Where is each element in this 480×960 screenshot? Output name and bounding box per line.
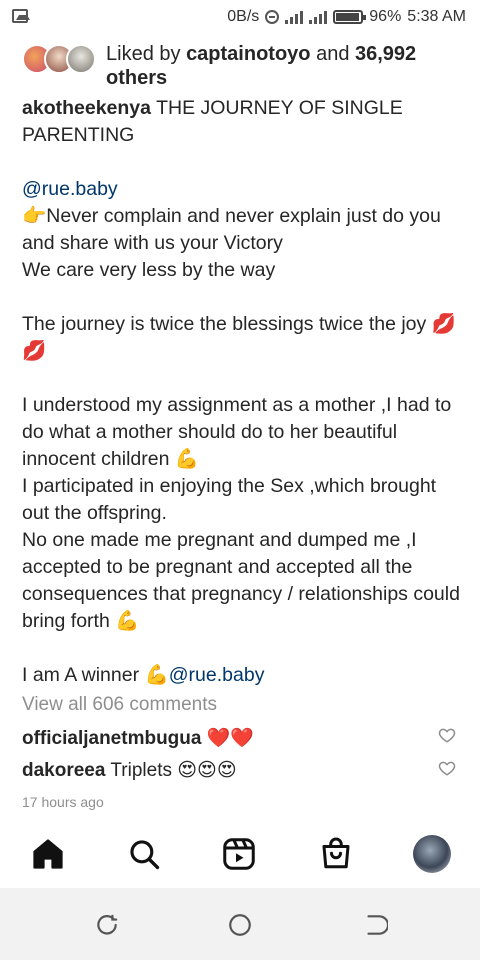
caption-username[interactable]: akotheekenya	[22, 97, 151, 119]
caption-line: No one made me pregnant and dumped me ,I…	[22, 529, 460, 632]
caption-line: We care very less by the way	[22, 259, 276, 281]
bottom-navigation	[0, 826, 480, 886]
comment-username[interactable]: dakoreea	[22, 760, 105, 781]
caption-line: The journey is twice the blessings twice…	[22, 313, 427, 335]
back-icon[interactable]	[362, 912, 388, 938]
mention-link[interactable]: @rue.baby	[22, 178, 118, 200]
status-bar: 0B/s 96% 5:38 AM	[0, 0, 480, 36]
liker-avatars	[22, 44, 96, 74]
avatar	[66, 44, 96, 74]
likes-prefix: Liked by	[106, 43, 187, 65]
likes-text[interactable]: Liked by captainotoyo and 36,992 others	[106, 42, 416, 90]
mention-link[interactable]: @rue.baby	[169, 664, 265, 686]
caption-line: I am A winner	[22, 664, 140, 686]
muscle-emoji: 💪	[115, 610, 140, 632]
caption-line: Never complain and never explain just do…	[22, 205, 441, 254]
clock: 5:38 AM	[407, 8, 466, 25]
nav-reels[interactable]	[219, 826, 259, 882]
reels-icon	[223, 838, 255, 870]
heart-outline-icon[interactable]	[438, 726, 456, 744]
liker-username[interactable]: captainotoyo	[186, 43, 310, 65]
do-not-disturb-icon	[265, 10, 280, 24]
nav-home[interactable]	[28, 826, 68, 882]
comment-text: ❤️❤️	[206, 728, 255, 749]
muscle-emoji: 💪	[174, 448, 200, 470]
nav-search[interactable]	[124, 826, 164, 882]
comment: dakoreea Triplets 😍😍😍	[22, 759, 422, 782]
likes-suffix[interactable]: others	[106, 67, 167, 89]
likes-row[interactable]: Liked by captainotoyo and 36,992 others	[22, 42, 462, 90]
comment: officialjanetmbugua ❤️❤️	[22, 726, 422, 750]
comment-username[interactable]: officialjanetmbugua	[22, 728, 201, 749]
battery-icon	[333, 10, 367, 24]
likes-count[interactable]: 36,992	[355, 43, 416, 65]
pointing-emoji: 👉	[22, 205, 47, 227]
home-button-icon[interactable]	[227, 912, 253, 938]
battery-percent: 96%	[369, 8, 402, 25]
heart-outline-icon[interactable]	[438, 759, 456, 777]
nav-shop[interactable]	[316, 826, 356, 882]
home-icon	[33, 839, 63, 869]
muscle-emoji: 💪	[144, 664, 169, 686]
system-navigation-bar	[0, 888, 480, 960]
avatar	[413, 835, 451, 873]
status-indicators: 0B/s 96% 5:38 AM	[227, 8, 466, 26]
image-icon	[12, 9, 30, 23]
comment-text: Triplets 😍😍😍	[110, 760, 237, 781]
signal-icon	[285, 10, 304, 24]
post-caption: akotheekenya THE JOURNEY OF SINGLE PAREN…	[22, 95, 462, 689]
network-speed: 0B/s	[227, 8, 260, 25]
signal-icon-2	[309, 10, 328, 24]
likes-middle: and	[310, 43, 355, 65]
shop-icon	[322, 837, 350, 869]
nav-profile[interactable]	[412, 826, 452, 882]
post-timestamp: 17 hours ago	[22, 794, 104, 810]
caption-line: I participated in enjoying the Sex ,whic…	[22, 475, 437, 524]
view-all-comments-link[interactable]: View all 606 comments	[22, 694, 217, 716]
recent-apps-icon[interactable]	[94, 912, 120, 938]
caption-line: I understood my assignment as a mother ,…	[22, 394, 452, 470]
search-icon	[130, 840, 160, 870]
